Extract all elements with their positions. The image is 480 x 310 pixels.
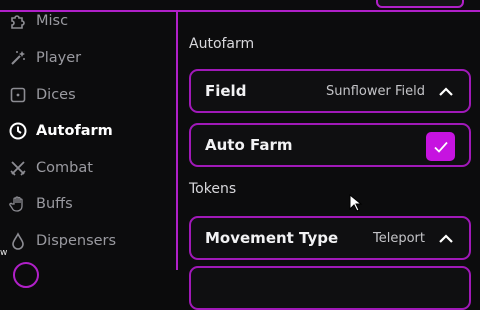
movement-type-dropdown[interactable]: Movement Type Teleport xyxy=(189,216,471,260)
puzzle-icon xyxy=(8,11,28,31)
sidebar-item-label: Player xyxy=(36,50,82,66)
top-tab[interactable] xyxy=(376,0,464,8)
corner-circle xyxy=(13,262,39,288)
section-title-autofarm: Autofarm xyxy=(189,36,255,52)
field-value: Sunflower Field xyxy=(326,84,425,99)
chevron-up-icon[interactable] xyxy=(437,230,455,248)
sidebar-item-label: Misc xyxy=(36,13,69,29)
app-window: Misc Player Dices Autofarm Combat Buffs … xyxy=(0,0,480,310)
mouse-cursor-icon xyxy=(349,194,363,212)
auto-farm-checkbox[interactable] xyxy=(426,132,455,161)
movement-type-value: Teleport xyxy=(373,231,425,246)
corner-text: w xyxy=(0,248,8,258)
crossed-swords-icon xyxy=(8,158,28,178)
droplet-icon xyxy=(8,231,28,251)
hand-icon xyxy=(8,194,28,214)
sidebar: Misc Player Dices Autofarm Combat Buffs … xyxy=(0,12,176,270)
sidebar-item-autofarm[interactable]: Autofarm xyxy=(8,116,168,146)
checkmark-icon xyxy=(433,141,448,153)
sidebar-item-combat[interactable]: Combat xyxy=(8,153,168,183)
magic-wand-icon xyxy=(8,48,28,68)
dice-icon xyxy=(8,85,28,105)
sidebar-item-dices[interactable]: Dices xyxy=(8,80,168,110)
clock-icon xyxy=(8,121,28,141)
field-label: Field xyxy=(205,82,247,100)
next-option-row[interactable] xyxy=(189,266,471,310)
field-dropdown[interactable]: Field Sunflower Field xyxy=(189,69,471,113)
movement-type-label: Movement Type xyxy=(205,229,339,247)
main-panel: Autofarm Field Sunflower Field Auto Farm… xyxy=(178,12,480,310)
sidebar-item-label: Buffs xyxy=(36,196,73,212)
chevron-up-icon[interactable] xyxy=(437,83,455,101)
section-title-tokens: Tokens xyxy=(189,181,237,197)
sidebar-item-dispensers[interactable]: Dispensers xyxy=(8,226,168,256)
sidebar-item-label: Combat xyxy=(36,160,93,176)
sidebar-item-label: Autofarm xyxy=(36,123,113,139)
sidebar-item-label: Dices xyxy=(36,87,76,103)
sidebar-item-label: Dispensers xyxy=(36,233,117,249)
sidebar-item-player[interactable]: Player xyxy=(8,43,168,73)
sidebar-item-misc[interactable]: Misc xyxy=(8,6,168,36)
sidebar-item-buffs[interactable]: Buffs xyxy=(8,189,168,219)
auto-farm-toggle-row[interactable]: Auto Farm xyxy=(189,123,471,167)
auto-farm-label: Auto Farm xyxy=(205,136,293,154)
